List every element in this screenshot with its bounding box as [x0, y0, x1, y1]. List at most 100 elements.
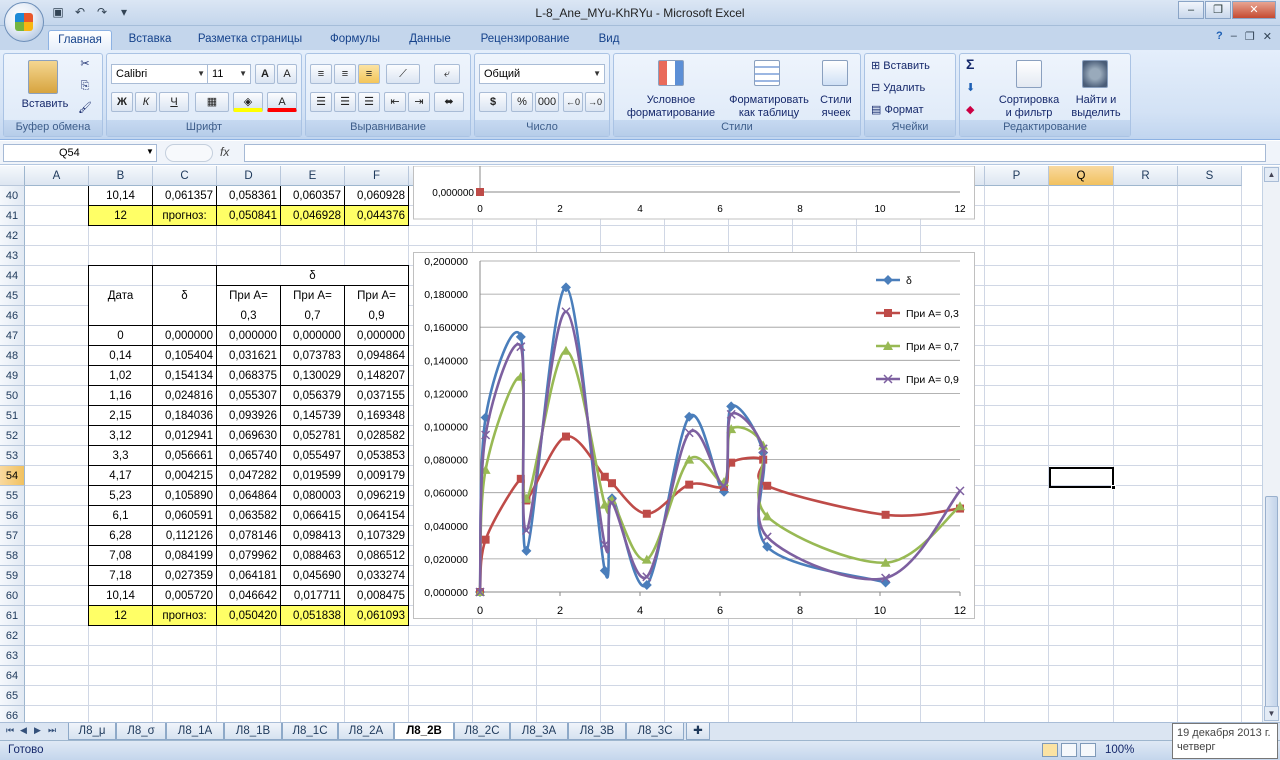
scroll-up-icon[interactable]: ▲	[1264, 167, 1279, 182]
decrease-indent-button[interactable]: ⇤	[384, 92, 406, 112]
name-box[interactable]: Q54	[3, 144, 157, 162]
find-select-icon[interactable]	[1082, 60, 1108, 88]
decrease-decimal-button[interactable]: →0	[585, 92, 605, 112]
close-button[interactable]: ✕	[1232, 1, 1276, 19]
row-header-42[interactable]: 42	[0, 226, 25, 246]
office-button[interactable]	[4, 2, 44, 42]
prev-sheet-icon[interactable]: ◀	[20, 725, 27, 736]
select-all-button[interactable]	[0, 166, 25, 186]
percent-button[interactable]: %	[511, 92, 533, 112]
column-header-r[interactable]: R	[1114, 166, 1178, 186]
scroll-down-icon[interactable]: ▼	[1264, 706, 1279, 721]
delete-cells-button[interactable]: ⊟ Удалить	[871, 82, 925, 95]
row-header-49[interactable]: 49	[0, 366, 25, 386]
align-center-button[interactable]: ☰	[334, 92, 356, 112]
fill-handle[interactable]	[1111, 485, 1116, 490]
active-cell-q54[interactable]	[1049, 467, 1114, 488]
row-header-47[interactable]: 47	[0, 326, 25, 346]
row-header-52[interactable]: 52	[0, 426, 25, 446]
paste-icon[interactable]	[28, 60, 58, 94]
clear-icon[interactable]: ◆	[966, 104, 974, 117]
align-bottom-button[interactable]: ≡	[358, 64, 380, 84]
bold-button[interactable]: Ж	[111, 92, 133, 112]
font-color-button[interactable]: A	[267, 92, 297, 112]
sheet-tab-9[interactable]: Л8_3А	[510, 723, 568, 740]
row-header-53[interactable]: 53	[0, 446, 25, 466]
formula-bar-splitter[interactable]	[165, 144, 213, 162]
increase-indent-button[interactable]: ⇥	[408, 92, 430, 112]
insert-function-button[interactable]: fx	[220, 145, 229, 159]
font-size-combo[interactable]: 11 ▼	[207, 64, 251, 84]
italic-button[interactable]: К	[135, 92, 157, 112]
copy-icon[interactable]: ⎘	[78, 80, 92, 93]
sheet-tab-4[interactable]: Л8_1В	[224, 723, 282, 740]
column-header-e[interactable]: E	[281, 166, 345, 186]
cell-styles-icon[interactable]	[822, 60, 848, 86]
row-header-56[interactable]: 56	[0, 506, 25, 526]
sort-filter-icon[interactable]	[1016, 60, 1042, 88]
next-sheet-icon[interactable]: ▶	[34, 725, 41, 736]
number-format-combo[interactable]: Общий ▼	[479, 64, 605, 84]
row-header-66[interactable]: 66	[0, 706, 25, 722]
row-header-57[interactable]: 57	[0, 526, 25, 546]
row-header-63[interactable]: 63	[0, 646, 25, 666]
tab-data[interactable]: Данные	[398, 30, 462, 50]
autosum-button[interactable]: Σ	[966, 57, 974, 71]
sheet-tab-5[interactable]: Л8_1С	[282, 723, 338, 740]
conditional-formatting-icon[interactable]	[658, 60, 684, 86]
cut-icon[interactable]: ✂	[78, 58, 92, 71]
zoom-level[interactable]: 100%	[1105, 744, 1134, 756]
borders-button[interactable]: ▦	[195, 92, 229, 112]
column-header-c[interactable]: C	[153, 166, 217, 186]
row-header-48[interactable]: 48	[0, 346, 25, 366]
sheet-tab-6[interactable]: Л8_2А	[338, 723, 394, 740]
row-header-51[interactable]: 51	[0, 406, 25, 426]
insert-cells-button[interactable]: ⊞ Вставить	[871, 60, 930, 73]
align-middle-button[interactable]: ≡	[334, 64, 356, 84]
sheet-tab-11[interactable]: Л8_3С	[626, 723, 684, 740]
format-cells-button[interactable]: ▤ Формат	[871, 104, 924, 117]
ribbon-close-icon[interactable]: ✕	[1263, 30, 1272, 43]
row-header-50[interactable]: 50	[0, 386, 25, 406]
column-header-f[interactable]: F	[345, 166, 409, 186]
paste-button[interactable]: Вставить	[10, 98, 80, 111]
tab-insert[interactable]: Вставка	[120, 30, 180, 50]
tab-home[interactable]: Главная	[48, 30, 112, 50]
align-left-button[interactable]: ☰	[310, 92, 332, 112]
cell-styles-button[interactable]: Стили ячеек	[812, 94, 860, 120]
tab-review[interactable]: Рецензирование	[470, 30, 580, 50]
vertical-scroll-thumb[interactable]	[1265, 496, 1278, 711]
row-header-44[interactable]: 44	[0, 266, 25, 286]
restore-button[interactable]: ❐	[1205, 1, 1231, 19]
column-header-a[interactable]: A	[25, 166, 89, 186]
align-top-button[interactable]: ≡	[310, 64, 332, 84]
sheet-tab-3[interactable]: Л8_1А	[166, 723, 224, 740]
underline-button[interactable]: Ч	[159, 92, 189, 112]
row-header-61[interactable]: 61	[0, 606, 25, 626]
currency-button[interactable]: $	[479, 92, 507, 112]
row-header-40[interactable]: 40	[0, 186, 25, 206]
row-header-60[interactable]: 60	[0, 586, 25, 606]
vertical-scrollbar[interactable]: ▲ ▼	[1262, 166, 1280, 722]
column-header-q[interactable]: Q	[1049, 166, 1114, 186]
row-header-41[interactable]: 41	[0, 206, 25, 226]
row-header-64[interactable]: 64	[0, 666, 25, 686]
top-chart[interactable]: 0,0000000 2 4 6 8 10 12	[413, 166, 975, 222]
page-layout-view-icon[interactable]	[1061, 743, 1077, 757]
normal-view-icon[interactable]	[1042, 743, 1058, 757]
increase-decimal-button[interactable]: ←0	[563, 92, 583, 112]
row-header-55[interactable]: 55	[0, 486, 25, 506]
tab-view[interactable]: Вид	[588, 30, 630, 50]
font-name-combo[interactable]: Calibri ▼	[111, 64, 209, 84]
column-header-d[interactable]: D	[217, 166, 281, 186]
find-select-button[interactable]: Найти и выделить	[1064, 94, 1128, 120]
page-break-view-icon[interactable]	[1080, 743, 1096, 757]
ribbon-minimize-icon[interactable]: –	[1231, 30, 1237, 43]
insert-sheet-icon[interactable]: ✚	[686, 723, 710, 740]
align-right-button[interactable]: ☰	[358, 92, 380, 112]
sheet-tab-7[interactable]: Л8_2В	[394, 723, 454, 740]
wrap-text-button[interactable]: ⤶	[434, 64, 460, 84]
row-header-59[interactable]: 59	[0, 566, 25, 586]
row-header-62[interactable]: 62	[0, 626, 25, 646]
sheet-tab-10[interactable]: Л8_3В	[568, 723, 626, 740]
